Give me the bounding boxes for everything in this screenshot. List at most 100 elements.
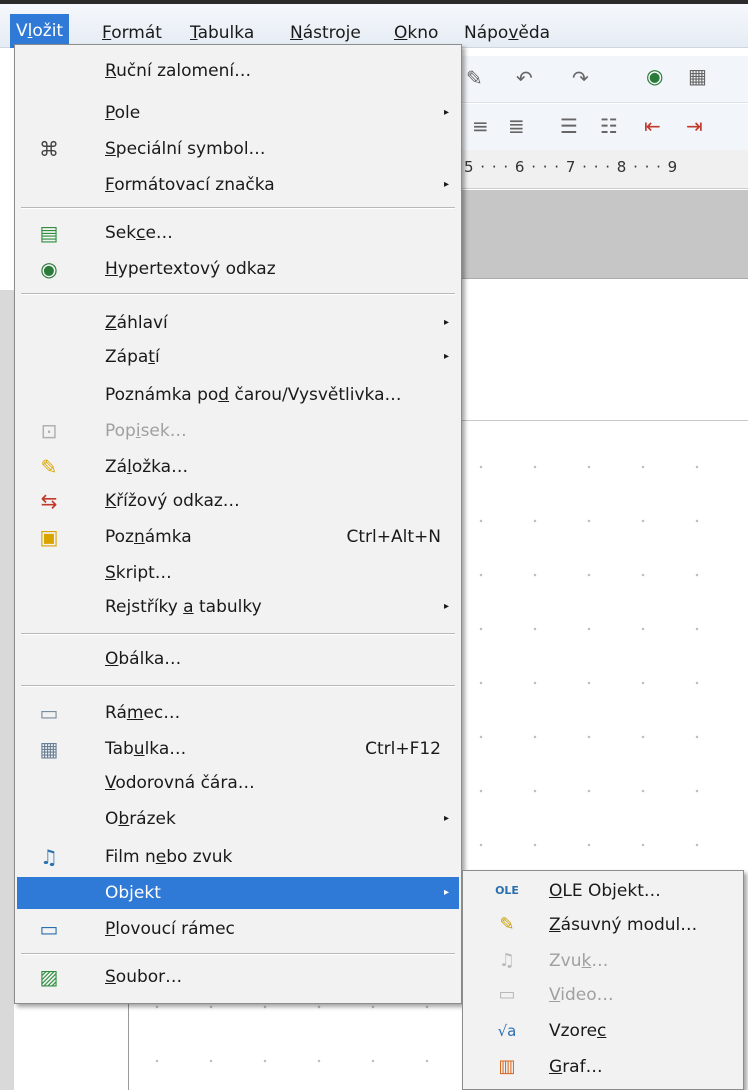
menu-item-file[interactable]: ▨ Soubor…	[17, 961, 459, 993]
menu-item-section[interactable]: ▤ Sekce…	[17, 217, 459, 249]
indent-decrease-icon[interactable]: ⇤	[644, 114, 661, 138]
menu-item-label: Rámec…	[105, 703, 181, 723]
menu-item-label: Křížový odkaz…	[105, 491, 240, 511]
comment-note-icon: ▣	[39, 525, 59, 549]
submenu-item-chart[interactable]: ▥ Graf…	[465, 1051, 741, 1083]
menu-item-label: Vodorovná čára…	[105, 773, 255, 793]
movie-sound-icon: ♫	[40, 845, 58, 869]
menu-item-footnote[interactable]: Poznámka pod čarou/Vysvětlivka…	[17, 379, 459, 411]
menu-item-label: Zápatí	[105, 347, 160, 367]
menu-item-footer[interactable]: Zápatí ▸	[17, 341, 459, 373]
ole-object-icon: OLE	[495, 884, 519, 897]
menu-item-label: Hypertextový odkaz	[105, 259, 276, 279]
submenu-arrow-icon: ▸	[443, 351, 449, 362]
menu-item-bookmark[interactable]: ✎ Záložka…	[17, 451, 459, 483]
menu-separator	[21, 953, 455, 955]
video-icon: ▭	[498, 984, 516, 1005]
insert-menu: Ruční zalomení… Pole ▸ ⌘ Speciální symbo…	[14, 44, 462, 1004]
submenu-item-label: Zásuvný modul…	[549, 915, 698, 935]
submenu-arrow-icon: ▸	[443, 179, 449, 190]
align-right-icon[interactable]: ≡	[472, 114, 489, 138]
menu-item-horizontal-line[interactable]: Vodorovná čára…	[17, 767, 459, 799]
menu-separator	[21, 293, 455, 295]
menu-item-hyperlink[interactable]: ◉ Hypertextový odkaz	[17, 253, 459, 285]
submenu-item-label: Vzorec	[549, 1021, 607, 1041]
menu-vlozit[interactable]: Vložit	[10, 14, 70, 48]
menu-item-label: Speciální symbol…	[105, 139, 266, 159]
menu-item-label: Poznámka pod čarou/Vysvětlivka…	[105, 385, 402, 405]
table-icon[interactable]: ▦	[688, 64, 707, 88]
submenu-item-sound[interactable]: ♫ Zvuk…	[465, 945, 741, 977]
menu-item-special-character[interactable]: ⌘ Speciální symbol…	[17, 133, 459, 165]
menu-item-formatting-mark[interactable]: Formátovací značka ▸	[17, 169, 459, 201]
shortcut-label: Ctrl+F12	[365, 739, 441, 759]
submenu-item-label: OLE Objekt…	[549, 881, 661, 901]
menu-napoveda[interactable]: Nápověda	[458, 18, 556, 48]
submenu-item-plugin[interactable]: ✎ Zásuvný modul…	[465, 909, 741, 941]
submenu-item-ole-object[interactable]: OLE OLE Objekt…	[465, 875, 741, 907]
menu-item-cross-reference[interactable]: ⇆ Křížový odkaz…	[17, 485, 459, 517]
undo-icon[interactable]: ↶	[516, 66, 533, 90]
formula-icon: √a	[497, 1022, 517, 1040]
submenu-item-label: Video…	[549, 985, 614, 1005]
redo-icon[interactable]: ↷	[572, 66, 589, 90]
menu-item-envelope[interactable]: Obálka…	[17, 643, 459, 675]
object-submenu: OLE OLE Objekt… ✎ Zásuvný modul… ♫ Zvuk……	[462, 870, 744, 1090]
document-background	[460, 190, 748, 279]
menu-item-label: Plovoucí rámec	[105, 919, 235, 939]
menu-item-label: Rejstříky a tabulky	[105, 597, 262, 617]
numbering-icon[interactable]: ☰	[560, 114, 578, 138]
menu-item-manual-break[interactable]: Ruční zalomení…	[17, 55, 459, 87]
chart-icon: ▥	[498, 1056, 516, 1077]
menu-item-fields[interactable]: Pole ▸	[17, 97, 459, 129]
menu-separator	[21, 685, 455, 687]
menu-item-label: Film nebo zvuk	[105, 847, 233, 867]
submenu-item-formula[interactable]: √a Vzorec	[465, 1015, 741, 1047]
menu-item-floating-frame[interactable]: ▭ Plovoucí rámec	[17, 913, 459, 945]
cross-reference-icon: ⇆	[40, 489, 58, 513]
submenu-item-video[interactable]: ▭ Video…	[465, 979, 741, 1011]
menu-item-label: Poznámka	[105, 527, 192, 547]
shortcut-label: Ctrl+Alt+N	[346, 527, 441, 547]
menu-item-comment[interactable]: ▣ Poznámka Ctrl+Alt+N	[17, 521, 459, 553]
brush-icon[interactable]: ✎	[466, 66, 483, 90]
menu-item-label: Tabulka…	[105, 739, 187, 759]
bullets-icon[interactable]: ☷	[600, 114, 618, 138]
menu-item-label: Obrázek	[105, 809, 176, 829]
floating-frame-icon: ▭	[39, 917, 59, 941]
submenu-arrow-icon: ▸	[443, 887, 449, 898]
menu-item-label: Sekce…	[105, 223, 173, 243]
menu-item-label: Popisek…	[105, 421, 187, 441]
plugin-icon: ✎	[499, 914, 515, 935]
menu-item-label: Skript…	[105, 563, 172, 583]
hyperlink-icon[interactable]: ◉	[646, 64, 663, 88]
menu-item-label: Formátovací značka	[105, 175, 275, 195]
ruler: 5 · · · 6 · · · 7 · · · 8 · · · 9	[460, 150, 748, 189]
menu-item-label: Soubor…	[105, 967, 183, 987]
menu-item-frame[interactable]: ▭ Rámec…	[17, 697, 459, 729]
menu-item-picture[interactable]: Obrázek ▸	[17, 803, 459, 835]
menu-item-label: Obálka…	[105, 649, 182, 669]
special-character-icon: ⌘	[39, 137, 59, 161]
menu-separator	[21, 633, 455, 635]
hyperlink-icon: ◉	[40, 257, 58, 281]
menu-item-movie-sound[interactable]: ♫ Film nebo zvuk	[17, 841, 459, 873]
sound-icon: ♫	[498, 950, 516, 971]
menu-item-table[interactable]: ▦ Tabulka… Ctrl+F12	[17, 733, 459, 765]
menu-item-label: Pole	[105, 103, 141, 123]
document-margin	[0, 290, 14, 1090]
menu-item-script[interactable]: Skript…	[17, 557, 459, 589]
frame-icon: ▭	[39, 701, 59, 725]
menu-item-object[interactable]: Objekt ▸	[17, 877, 459, 909]
menu-item-header[interactable]: Záhlaví ▸	[17, 307, 459, 339]
submenu-arrow-icon: ▸	[443, 107, 449, 118]
menu-item-indexes-tables[interactable]: Rejstříky a tabulky ▸	[17, 591, 459, 623]
menu-item-caption[interactable]: ⊡ Popisek…	[17, 415, 459, 447]
indent-increase-icon[interactable]: ⇥	[686, 114, 703, 138]
menu-bar: Vložit Formát Tabulka Nástroje Okno Nápo…	[0, 0, 748, 48]
file-insert-icon: ▨	[39, 965, 59, 989]
justify-icon[interactable]: ≣	[508, 114, 525, 138]
menu-separator	[21, 207, 455, 209]
submenu-item-label: Zvuk…	[549, 951, 609, 971]
submenu-arrow-icon: ▸	[443, 601, 449, 612]
